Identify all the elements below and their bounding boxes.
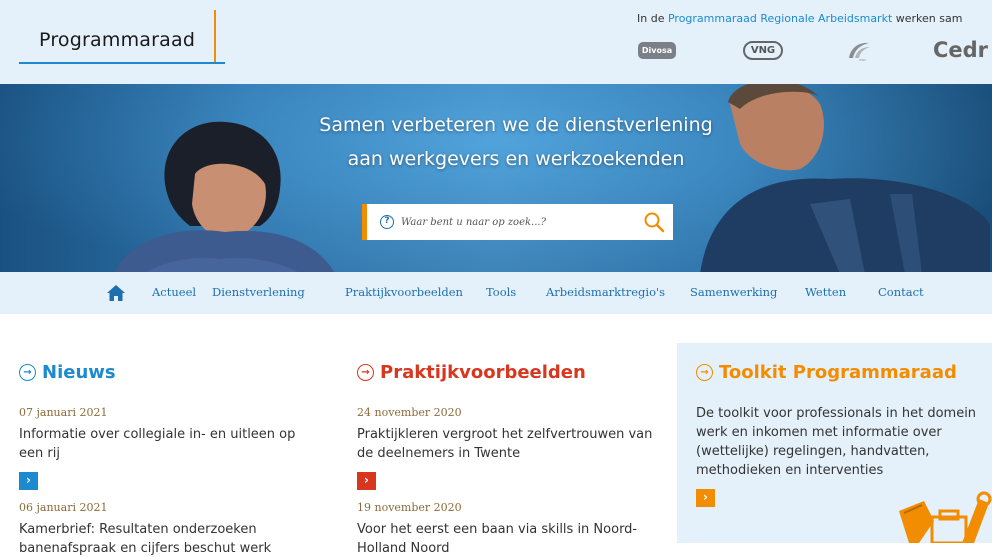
uwv-logo-wordmark: UWV	[859, 58, 867, 62]
main-nav: Actueel Dienstverlening Praktijkvoorbeel…	[0, 272, 992, 314]
nav-item-praktijkvoorbeelden[interactable]: Praktijkvoorbeelden	[345, 285, 463, 299]
praktijk-item-date: 24 november 2020	[357, 406, 462, 419]
nav-item-dienstverlening[interactable]: Dienstverlening	[212, 285, 305, 299]
circle-arrow-icon: →	[19, 364, 36, 381]
nav-item-wetten[interactable]: Wetten	[805, 285, 846, 299]
nav-item-actueel[interactable]: Actueel	[152, 285, 196, 299]
toolkit-description: De toolkit voor professionals in het dom…	[696, 406, 977, 478]
nav-item-arbeidsmarktregios[interactable]: Arbeidsmarktregio's	[546, 285, 665, 299]
nieuws-heading[interactable]: → Nieuws	[19, 362, 116, 383]
hero-title-line1: Samen verbeteren we de dienstverlening	[319, 114, 713, 136]
partner-logos: Divosa VNG UWV Cedr	[637, 38, 992, 64]
praktijk-title: Praktijkvoorbeelden	[380, 362, 586, 383]
search-input[interactable]	[401, 212, 631, 232]
partners-intro: In de Programmaraad Regionale Arbeidsmar…	[637, 12, 962, 25]
help-icon[interactable]: ?	[380, 215, 394, 229]
partners-link[interactable]: Programmaraad Regionale Arbeidsmarkt	[668, 12, 892, 25]
search-box: ?	[362, 204, 673, 240]
nav-item-tools[interactable]: Tools	[486, 285, 516, 299]
nav-item-contact[interactable]: Contact	[878, 285, 924, 299]
nieuws-item-date: 06 januari 2021	[19, 501, 108, 514]
nieuws-item-arrow-button[interactable]: ›	[19, 472, 38, 490]
nieuws-title: Nieuws	[42, 362, 116, 383]
praktijk-item-arrow-button[interactable]: ›	[357, 472, 376, 490]
praktijk-item-link[interactable]: Praktijkleren vergroot het zelfvertrouwe…	[357, 425, 657, 463]
site-logo[interactable]: Programmaraad	[19, 10, 227, 65]
partners-suffix: werken sam	[892, 12, 963, 25]
uwv-logo[interactable]: UWV	[845, 40, 873, 62]
logo-underline	[19, 62, 225, 64]
circle-arrow-icon: →	[357, 364, 374, 381]
logo-accent-bar	[214, 10, 216, 63]
praktijk-item-link[interactable]: Voor het eerst een baan via skills in No…	[357, 520, 657, 558]
vng-logo[interactable]: VNG	[743, 41, 783, 60]
nieuws-item-date: 07 januari 2021	[19, 406, 108, 419]
hero-title-line2: aan werkgevers en werkzoekenden	[347, 148, 685, 170]
nieuws-item-link[interactable]: Informatie over collegiale in- en uitlee…	[19, 425, 319, 463]
hero-banner: Samen verbeteren we de dienstverlening a…	[0, 84, 992, 272]
hero-person-right	[700, 84, 990, 272]
nieuws-item-link[interactable]: Kamerbrief: Resultaten onderzoeken banen…	[19, 520, 319, 558]
toolkit-arrow-button[interactable]: ›	[696, 489, 715, 507]
cedris-logo[interactable]: Cedr	[933, 38, 988, 62]
home-icon[interactable]	[106, 284, 126, 302]
search-icon[interactable]	[643, 211, 665, 233]
nav-item-samenwerking[interactable]: Samenwerking	[690, 285, 777, 299]
toolkit-title: Toolkit Programmaraad	[719, 362, 957, 383]
praktijk-item-date: 19 november 2020	[357, 501, 462, 514]
divosa-logo[interactable]: Divosa	[638, 42, 676, 59]
hero-person-left	[114, 121, 335, 272]
toolbox-icon	[899, 491, 992, 543]
logo-text: Programmaraad	[39, 29, 196, 51]
toolkit-heading[interactable]: → Toolkit Programmaraad	[696, 362, 957, 383]
circle-arrow-icon: →	[696, 364, 713, 381]
praktijk-heading[interactable]: → Praktijkvoorbeelden	[357, 362, 586, 383]
partners-prefix: In de	[637, 12, 668, 25]
top-header: Programmaraad In de Programmaraad Region…	[0, 0, 992, 84]
